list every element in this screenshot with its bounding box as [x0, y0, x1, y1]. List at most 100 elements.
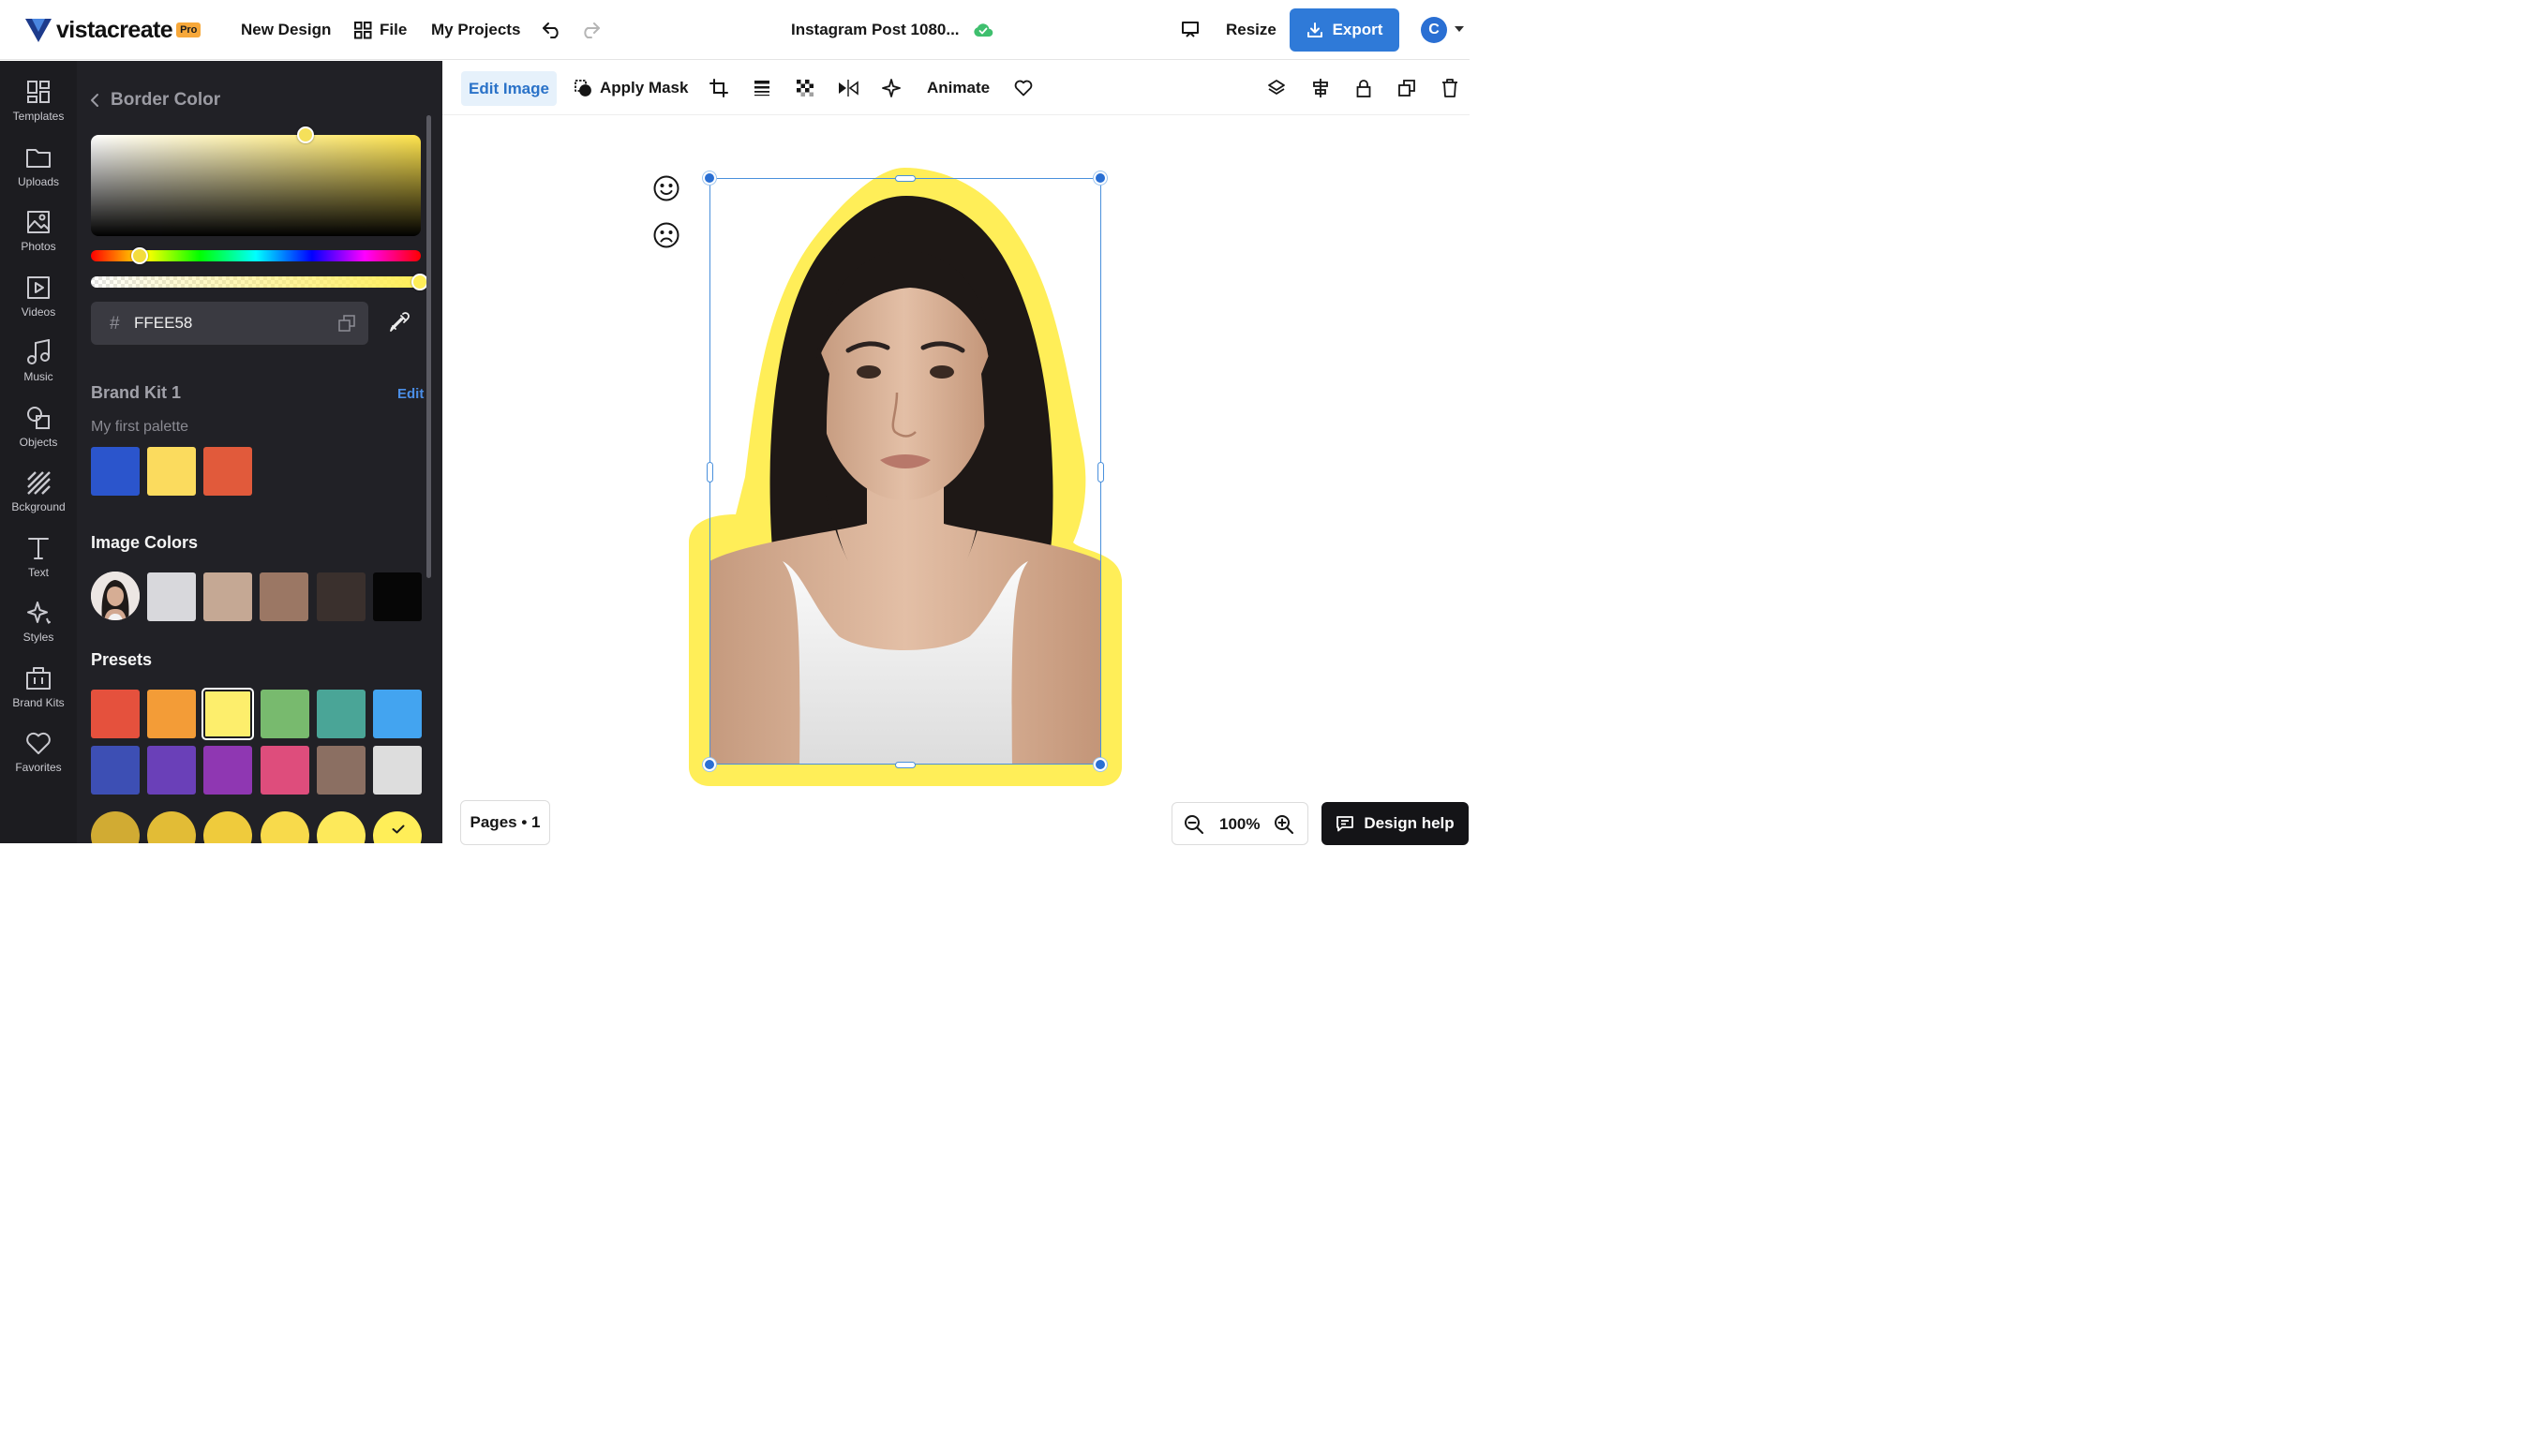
resize-handle-bottom[interactable] [895, 762, 916, 768]
rail-item-templates[interactable]: Templates [0, 78, 77, 136]
brand-kit-edit-link[interactable]: Edit [397, 386, 424, 402]
back-button[interactable]: Border Color [90, 89, 220, 111]
zoom-in-icon[interactable] [1274, 814, 1294, 835]
image-color-swatch[interactable] [372, 572, 422, 621]
design-canvas[interactable] [442, 116, 1470, 843]
check-icon [392, 825, 405, 834]
rail-label: Styles [22, 631, 54, 644]
resize-handle-top-right[interactable] [1094, 171, 1107, 185]
zoom-out-icon[interactable] [1184, 814, 1204, 835]
image-color-swatch[interactable] [260, 572, 309, 621]
preset-color-swatch[interactable] [260, 746, 309, 795]
transparency-button[interactable] [794, 77, 816, 99]
smile-icon[interactable] [652, 174, 680, 202]
selection-frame[interactable] [709, 178, 1101, 765]
brand-color-swatch[interactable] [91, 447, 140, 496]
resize-handle-right[interactable] [1097, 462, 1104, 483]
document-title[interactable]: Instagram Post 1080... [791, 19, 993, 41]
preset-color-swatch[interactable] [91, 690, 140, 738]
preset-color-swatch[interactable] [203, 690, 253, 738]
effects-button[interactable] [880, 77, 903, 99]
preset-color-swatch[interactable] [373, 690, 422, 738]
adjust-button[interactable] [751, 77, 773, 99]
image-color-thumbnail[interactable] [91, 572, 140, 620]
yellow-shade-swatch[interactable] [260, 811, 309, 843]
yellow-shade-swatch[interactable] [147, 811, 197, 843]
preset-color-swatch[interactable] [147, 746, 197, 795]
resize-handle-top[interactable] [895, 175, 916, 182]
rail-item-music[interactable]: Music [0, 338, 77, 396]
flip-button[interactable] [837, 77, 859, 99]
undo-button[interactable] [541, 19, 563, 41]
saturation-value-picker[interactable] [91, 135, 421, 236]
hue-handle[interactable] [131, 247, 148, 264]
preset-color-swatch[interactable] [260, 690, 309, 738]
rail-item-brand-kits[interactable]: Brand Kits [0, 664, 77, 722]
rail-item-text[interactable]: Text [0, 534, 77, 592]
image-color-swatch[interactable] [203, 572, 253, 621]
preset-color-swatch[interactable] [147, 690, 197, 738]
present-button[interactable] [1179, 19, 1202, 41]
yellow-shade-swatch[interactable] [91, 811, 140, 843]
design-help-label: Design help [1364, 814, 1455, 832]
shapes-icon [24, 404, 52, 432]
my-projects-button[interactable]: My Projects [431, 19, 520, 41]
export-button[interactable]: Export [1290, 8, 1399, 52]
saturation-handle[interactable] [297, 126, 314, 143]
logo[interactable]: vistacreate Pro [24, 15, 202, 45]
frown-icon[interactable] [652, 221, 680, 249]
image-color-swatch[interactable] [147, 572, 196, 621]
caret-down-icon[interactable] [1454, 25, 1465, 33]
new-design-label: New Design [241, 21, 332, 38]
apply-mask-button[interactable]: Apply Mask [574, 77, 688, 99]
resize-button[interactable]: Resize [1226, 19, 1276, 41]
lock-button[interactable] [1352, 77, 1375, 99]
pro-badge: Pro [176, 22, 202, 37]
text-icon [24, 534, 52, 562]
crop-button[interactable] [708, 77, 730, 99]
duplicate-button[interactable] [1396, 77, 1418, 99]
rail-item-photos[interactable]: Photos [0, 208, 77, 266]
layers-button[interactable] [1265, 77, 1288, 99]
preset-color-swatch[interactable] [373, 746, 422, 795]
image-color-swatch[interactable] [316, 572, 366, 621]
rail-item-objects[interactable]: Objects [0, 404, 77, 462]
brand-color-swatch[interactable] [147, 447, 197, 496]
resize-handle-bottom-left[interactable] [703, 758, 716, 771]
brand-color-swatch[interactable] [203, 447, 253, 496]
yellow-shade-swatch[interactable] [316, 811, 366, 843]
resize-handle-bottom-right[interactable] [1094, 758, 1107, 771]
opacity-slider[interactable] [91, 276, 421, 288]
rail-item-favorites[interactable]: Favorites [0, 729, 77, 787]
rail-item-styles[interactable]: Styles [0, 599, 77, 657]
transparency-icon [797, 80, 814, 97]
animate-button[interactable]: Animate [927, 77, 990, 99]
eyedropper-icon[interactable] [389, 312, 410, 333]
copy-icon[interactable] [338, 315, 355, 332]
rail-item-videos[interactable]: Videos [0, 274, 77, 332]
yellow-shade-swatch[interactable] [203, 811, 253, 843]
redo-button[interactable] [579, 19, 602, 41]
design-help-button[interactable]: Design help [1321, 802, 1469, 845]
favorite-button[interactable] [1012, 77, 1035, 99]
preset-color-swatch[interactable] [316, 690, 366, 738]
edit-image-button[interactable]: Edit Image [461, 71, 557, 106]
resize-handle-top-left[interactable] [703, 171, 716, 185]
delete-button[interactable] [1439, 77, 1461, 99]
pages-button[interactable]: Pages • 1 [460, 800, 550, 845]
new-design-button[interactable]: New Design [241, 19, 331, 41]
user-avatar[interactable]: C [1421, 17, 1447, 43]
preset-color-swatch[interactable] [203, 746, 253, 795]
layers-icon [1268, 80, 1285, 95]
panel-scrollbar[interactable] [426, 115, 431, 578]
hex-input[interactable]: # FFEE58 [91, 302, 368, 345]
hex-value: FFEE58 [134, 314, 193, 332]
rail-item-uploads[interactable]: Uploads [0, 143, 77, 201]
align-button[interactable] [1309, 77, 1332, 99]
resize-handle-left[interactable] [707, 462, 713, 483]
preset-color-swatch[interactable] [91, 746, 140, 795]
sparkle-icon [882, 79, 901, 97]
file-menu-button[interactable]: File [354, 19, 407, 41]
rail-item-background[interactable]: Bckground [0, 468, 77, 527]
preset-color-swatch[interactable] [316, 746, 366, 795]
